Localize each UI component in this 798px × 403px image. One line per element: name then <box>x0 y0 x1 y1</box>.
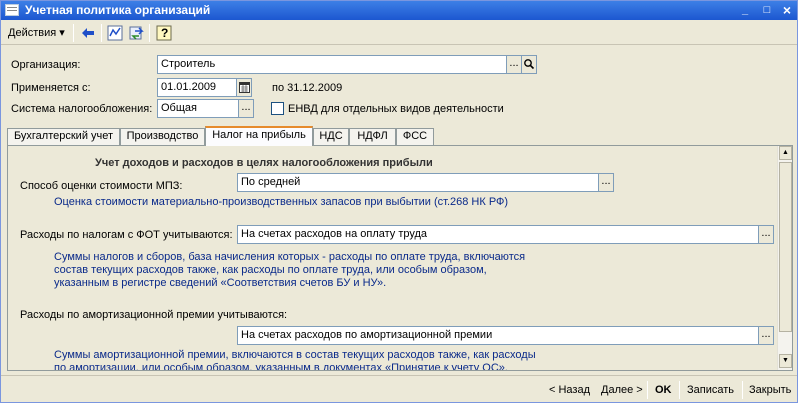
mpz-label: Способ оценки стоимости МПЗ: <box>20 180 183 192</box>
organization-label: Организация: <box>11 59 81 71</box>
amort-accounting-field[interactable]: На счетах расходов по амортизационной пр… <box>237 326 759 345</box>
back-button[interactable]: < Назад <box>549 382 590 398</box>
mpz-note: Оценка стоимости материально-производств… <box>54 196 509 208</box>
organization-search-button[interactable] <box>521 55 537 74</box>
bar-divider <box>679 381 680 399</box>
refresh-icon <box>129 26 144 40</box>
organization-field[interactable]: Строитель <box>157 55 507 74</box>
back-arrow-icon <box>82 28 94 38</box>
main-window: Учетная политика организаций _ □ × Дейст… <box>0 0 798 403</box>
organization-select-button[interactable]: ... <box>506 55 522 74</box>
scroll-down-icon[interactable]: ▼ <box>779 354 792 368</box>
structure-icon <box>107 25 123 41</box>
toolbar-divider <box>73 24 74 42</box>
structure-button[interactable] <box>105 23 125 43</box>
applies-from-date-field[interactable]: 01.01.2009 <box>157 78 237 97</box>
ok-button[interactable]: OK <box>655 382 672 398</box>
applies-from-label: Применяется с: <box>11 82 91 94</box>
tab-production[interactable]: Производство <box>120 128 205 145</box>
tax-system-label: Система налогообложения: <box>11 103 153 115</box>
calendar-icon <box>238 82 250 93</box>
toolbar: Действия ▾ ? <box>1 21 797 45</box>
actions-menu-label: Действия <box>8 27 57 39</box>
maximize-icon[interactable]: □ <box>759 3 775 17</box>
fot-note-line: указанным в регистре сведений «Соответст… <box>54 277 387 289</box>
mpz-select-button[interactable]: ... <box>598 173 614 192</box>
profit-tax-panel: Учет доходов и расходов в целях налогооб… <box>7 145 793 371</box>
scroll-thumb[interactable] <box>779 162 792 332</box>
save-button[interactable]: Записать <box>687 382 734 398</box>
tab-fss[interactable]: ФСС <box>396 128 434 145</box>
back-arrow-button[interactable] <box>79 23 99 43</box>
amort-label: Расходы по амортизационной премии учитыв… <box>20 309 288 321</box>
bar-divider <box>742 381 743 399</box>
dropdown-arrow-icon: ▾ <box>59 27 65 39</box>
fot-label: Расходы по налогам с ФОТ учитываются: <box>20 229 233 241</box>
close-button[interactable]: Закрыть <box>749 382 791 398</box>
actions-menu-button[interactable]: Действия ▾ <box>5 24 68 42</box>
fot-select-button[interactable]: ... <box>758 225 774 244</box>
title-bar: Учетная политика организаций _ □ × <box>1 1 797 20</box>
calendar-button[interactable] <box>236 78 252 97</box>
tax-system-field[interactable]: Общая <box>157 99 239 118</box>
bottom-button-bar: < Назад Далее > OK Записать Закрыть <box>1 375 797 403</box>
tab-profit-tax[interactable]: Налог на прибыль <box>205 126 313 146</box>
fot-accounting-field[interactable]: На счетах расходов на оплату труда <box>237 225 759 244</box>
minimize-icon[interactable]: _ <box>737 3 753 17</box>
magnifier-icon <box>524 59 535 70</box>
fot-note-line: Суммы налогов и сборов, база начисления … <box>54 251 526 263</box>
next-button[interactable]: Далее > <box>601 382 643 398</box>
amort-note-line: по амортизации, или особым образом, указ… <box>54 362 508 371</box>
window-title: Учетная политика организаций <box>25 3 211 17</box>
tab-ndfl[interactable]: НДФЛ <box>349 128 396 145</box>
mpz-method-field[interactable]: По средней <box>237 173 599 192</box>
applies-until-text: по 31.12.2009 <box>272 82 343 94</box>
amort-note-line: Суммы амортизационной премии, включаются… <box>54 349 536 361</box>
help-button[interactable]: ? <box>154 23 174 43</box>
panel-heading: Учет доходов и расходов в целях налогооб… <box>95 157 433 169</box>
close-icon[interactable]: × <box>779 3 795 17</box>
bar-divider <box>647 381 648 399</box>
refresh-button[interactable] <box>127 23 147 43</box>
fot-note-line: состав текущих расходов также, как расхо… <box>54 264 487 276</box>
amort-select-button[interactable]: ... <box>758 326 774 345</box>
toolbar-divider <box>101 24 102 42</box>
tax-system-select-button[interactable]: ... <box>238 99 254 118</box>
tab-accounting[interactable]: Бухгалтерский учет <box>7 128 120 145</box>
tab-vat[interactable]: НДС <box>313 128 349 145</box>
panel-scrollbar[interactable]: ▲ ▼ <box>777 146 792 370</box>
scroll-up-icon[interactable]: ▲ <box>779 146 792 160</box>
toolbar-divider <box>149 24 150 42</box>
window-icon <box>5 4 19 16</box>
envd-label: ЕНВД для отдельных видов деятельности <box>288 103 504 115</box>
envd-checkbox[interactable] <box>271 102 284 115</box>
help-glyph: ? <box>161 26 169 40</box>
